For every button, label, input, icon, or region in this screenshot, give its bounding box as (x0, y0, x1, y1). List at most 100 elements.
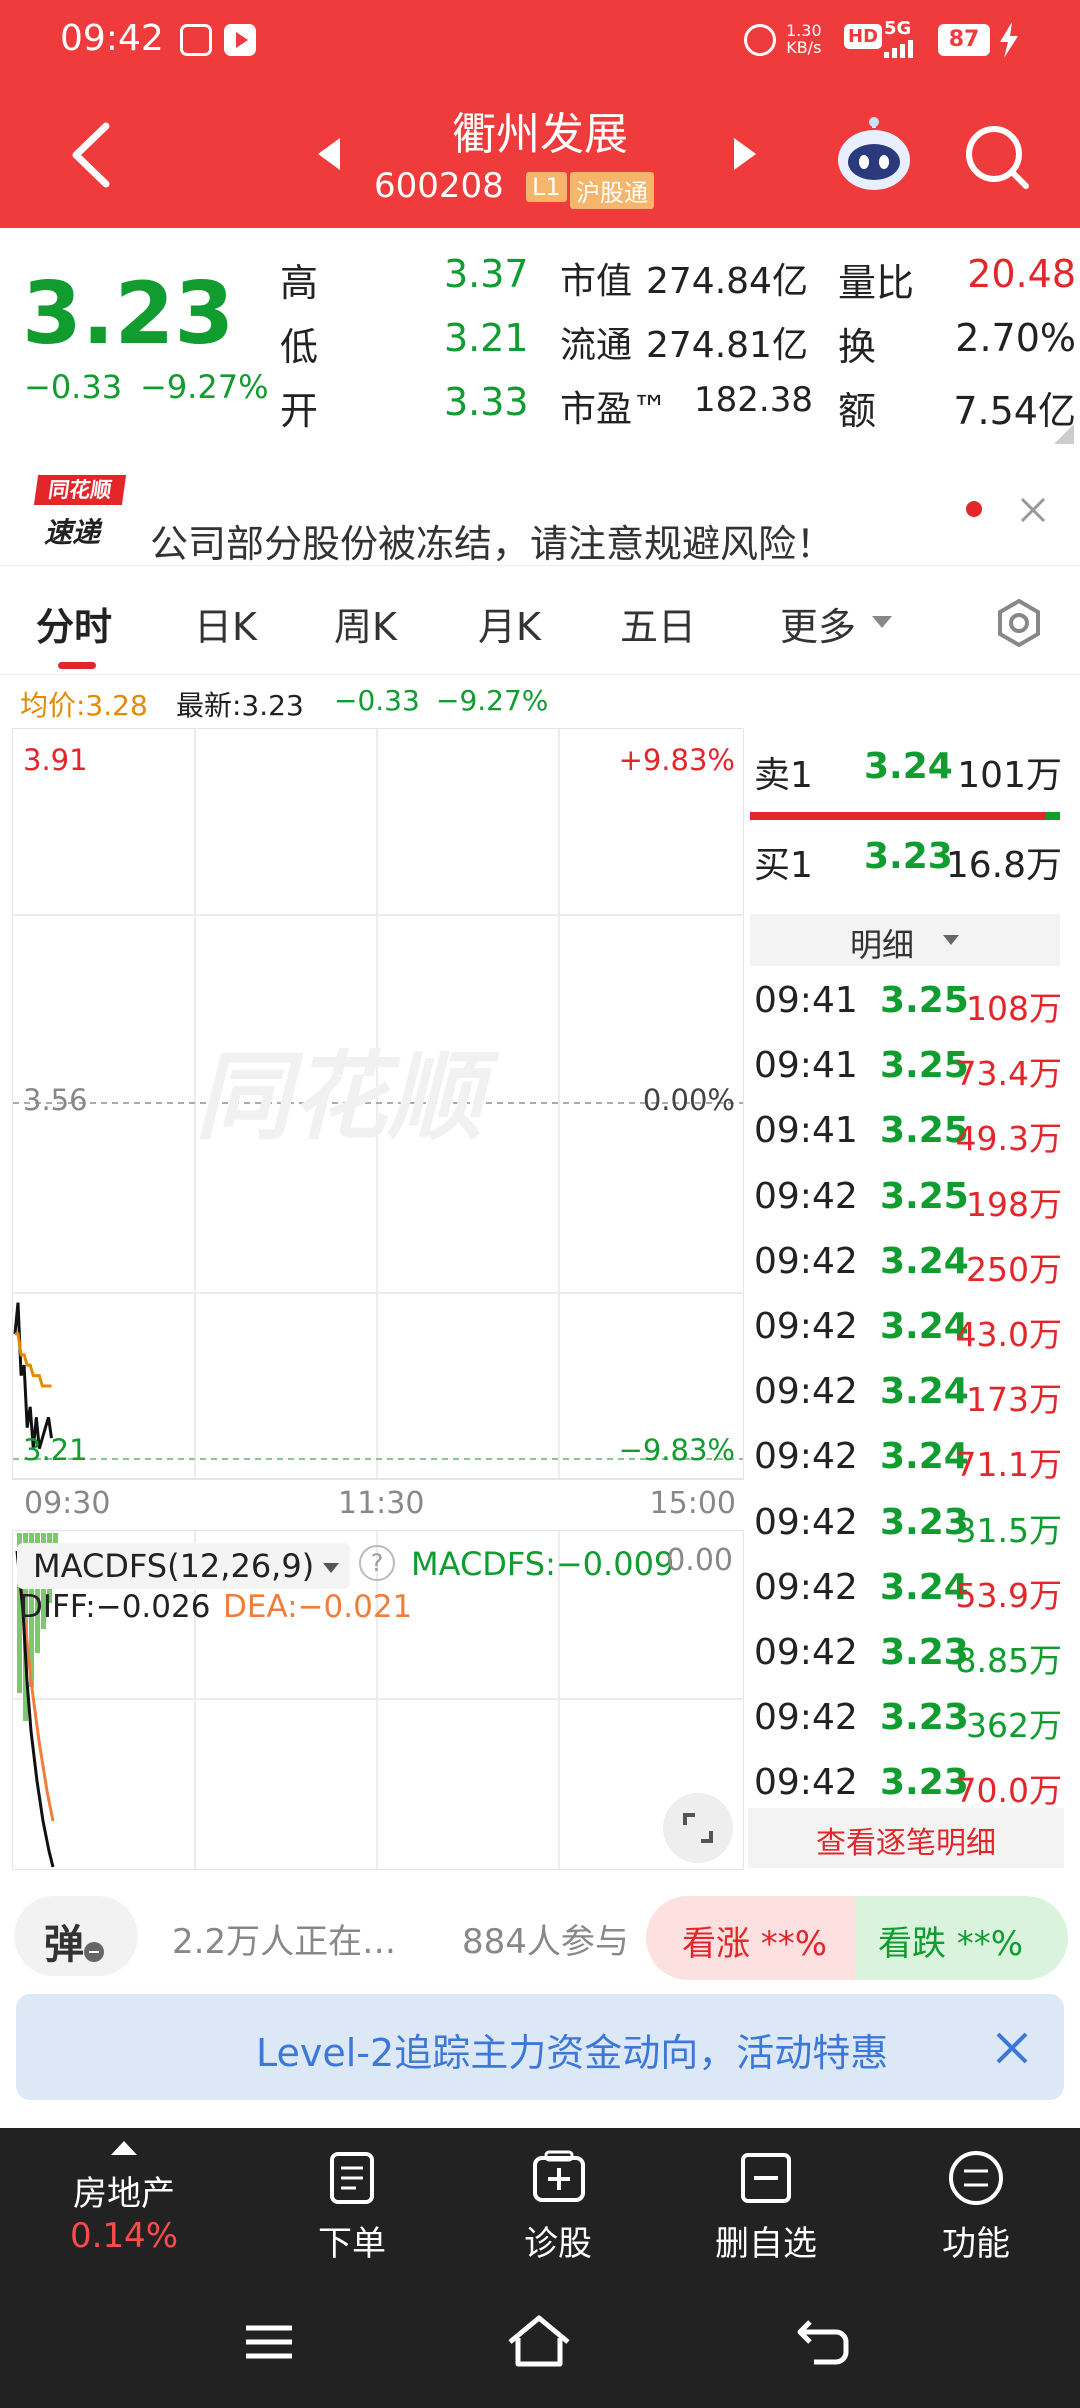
trade-volume: 108万 (966, 989, 1062, 1028)
latest-change: −0.33 (334, 684, 420, 717)
trade-time: 09:42 (754, 1632, 858, 1673)
pct-max-label: +9.83% (618, 743, 735, 777)
banner-close-icon[interactable] (992, 2028, 1032, 2068)
trade-volume: 73.4万 (955, 1054, 1062, 1094)
macd-panel[interactable]: MACDFS(12,26,9) ? MACDFS:−0.009 0.00 DIF… (12, 1530, 744, 1870)
stock-name: 衢州发展 (452, 109, 628, 160)
high-label: 高 (280, 261, 319, 305)
trade-row: 09:42 3.24 71.1万 (748, 1428, 1068, 1488)
close-icon[interactable] (1016, 493, 1050, 527)
tab-daily-k[interactable]: 日K (194, 596, 257, 651)
prev-stock-icon[interactable] (314, 134, 344, 174)
functions-button[interactable]: 功能 (896, 2128, 1056, 2278)
diagnose-plus-icon (532, 2150, 586, 2204)
sell1-price: 3.24 (864, 746, 953, 787)
promo-banner[interactable]: Level-2追踪主力资金动向，活动特惠 (16, 1994, 1064, 2100)
trade-volume: 31.5万 (955, 1510, 1062, 1550)
low-label: 低 (280, 325, 319, 369)
order-button[interactable]: 下单 (272, 2128, 432, 2278)
participant-count: 884人参与 (462, 1922, 629, 1962)
pct-mid-label: 0.00% (642, 1083, 735, 1117)
battery-level: 87 (948, 27, 980, 52)
quote-panel: 3.23 −0.33 −9.27% 高 3.37 市值 274.84亿 量比 2… (0, 228, 1080, 450)
trade-row: 09:42 3.23 70.0万 (748, 1754, 1068, 1814)
trade-time: 09:41 (754, 1110, 858, 1152)
trade-row: 09:41 3.25 108万 (748, 972, 1068, 1032)
corner-fold-icon (1054, 424, 1074, 444)
vote-bull-button[interactable]: 看涨 **% (646, 1896, 856, 1980)
time-mid-label: 11:30 (338, 1486, 425, 1521)
trade-time: 09:42 (754, 1436, 858, 1478)
turnover-value: 2.70% (955, 316, 1076, 360)
y-min-label: 3.21 (23, 1433, 88, 1467)
danmu-off-icon (84, 1942, 104, 1962)
trade-row: 09:42 3.23 362万 (748, 1689, 1068, 1749)
next-stock-icon[interactable] (730, 134, 760, 174)
open-label: 开 (280, 389, 319, 433)
volume-ratio-value: 20.48 (967, 252, 1076, 296)
market-cap-value: 274.84亿 (646, 261, 808, 302)
detail-header[interactable]: 明细 (750, 914, 1060, 966)
amount-label: 额 (838, 389, 877, 433)
trade-volume: 8.85万 (955, 1641, 1062, 1680)
video-notification-icon (224, 24, 256, 56)
net-speed: 1.30 KB/s (786, 22, 822, 56)
charging-icon (998, 22, 1020, 58)
indicator-dropdown-icon[interactable] (321, 1561, 341, 1575)
trade-volume: 49.3万 (955, 1119, 1062, 1159)
fullscreen-icon[interactable] (663, 1793, 733, 1863)
view-all-trades-button[interactable]: 查看逐笔明细 (748, 1808, 1064, 1868)
net-speed-unit: KB/s (786, 38, 822, 57)
danmu-toggle[interactable]: 弹 (14, 1896, 138, 1976)
float-cap-label: 流通 (560, 325, 633, 366)
latest-price: 最新:3.23 (176, 689, 304, 722)
trade-time: 09:42 (754, 1697, 858, 1739)
back-nav-icon[interactable] (796, 2318, 852, 2366)
bid-ask-ratio-bar (750, 812, 1060, 820)
vote-bull-label: 看涨 **% (682, 1924, 828, 1964)
recent-apps-icon[interactable] (244, 2322, 294, 2362)
robot-assistant-icon[interactable] (834, 116, 914, 192)
sector-button[interactable]: 房地产 0.14% (44, 2128, 204, 2278)
help-icon[interactable]: ? (359, 1545, 395, 1581)
tab-more[interactable]: 更多 (780, 596, 856, 651)
home-icon[interactable] (506, 2314, 572, 2368)
float-cap-value: 274.81亿 (646, 325, 808, 366)
tab-intraday[interactable]: 分时 (36, 596, 112, 651)
tab-weekly-k[interactable]: 周K (334, 596, 397, 651)
news-logo-top: 同花顺 (33, 475, 127, 505)
alarm-icon (744, 24, 776, 56)
tab-five-day[interactable]: 五日 (620, 596, 696, 651)
vote-bear-button[interactable]: 看跌 **% (856, 1896, 1068, 1980)
indicator-selector[interactable]: MACDFS(12,26,9) (17, 1543, 351, 1589)
hd-badge: HD (844, 24, 883, 49)
trade-volume: 43.0万 (955, 1315, 1062, 1354)
trade-row: 09:42 3.23 31.5万 (748, 1494, 1068, 1554)
settings-icon[interactable] (994, 598, 1044, 648)
danmu-label: 弹 (44, 1922, 84, 1968)
diagnose-button[interactable]: 诊股 (478, 2128, 638, 2278)
search-icon[interactable] (962, 122, 1032, 192)
trade-row: 09:42 3.23 8.85万 (748, 1624, 1068, 1684)
chevron-down-icon (870, 614, 894, 630)
trade-time: 09:42 (754, 1566, 858, 1608)
sector-name: 房地产 (73, 2174, 175, 2214)
price-change: −0.33 (24, 368, 123, 406)
app-notification-icon (180, 24, 212, 56)
intraday-chart[interactable]: 同花顺 3.91 +9.83% 3.56 0.00% 3.21 −9.83% (12, 728, 744, 1480)
trade-time: 09:42 (754, 1762, 858, 1804)
risk-notice[interactable]: 同花顺 速递 公司部分股份被冻结，请注意规避风险！ (0, 455, 1080, 566)
trade-row: 09:41 3.25 73.4万 (748, 1037, 1068, 1097)
remove-watchlist-button[interactable]: 删自选 (686, 2128, 846, 2278)
back-arrow-icon[interactable] (62, 120, 122, 190)
tab-monthly-k[interactable]: 月K (478, 596, 541, 651)
trade-volume: 250万 (966, 1249, 1062, 1289)
time-end-label: 15:00 (649, 1486, 736, 1521)
time-axis: 09:30 11:30 15:00 (12, 1482, 744, 1528)
trade-price: 3.24 (880, 1240, 969, 1282)
trade-time: 09:42 (754, 1501, 858, 1543)
trade-time: 09:41 (754, 980, 858, 1021)
period-tabs: 分时 日K 周K 月K 五日 更多 (0, 565, 1080, 675)
network-type: 5G (884, 18, 912, 39)
trade-volume: 198万 (966, 1184, 1062, 1224)
